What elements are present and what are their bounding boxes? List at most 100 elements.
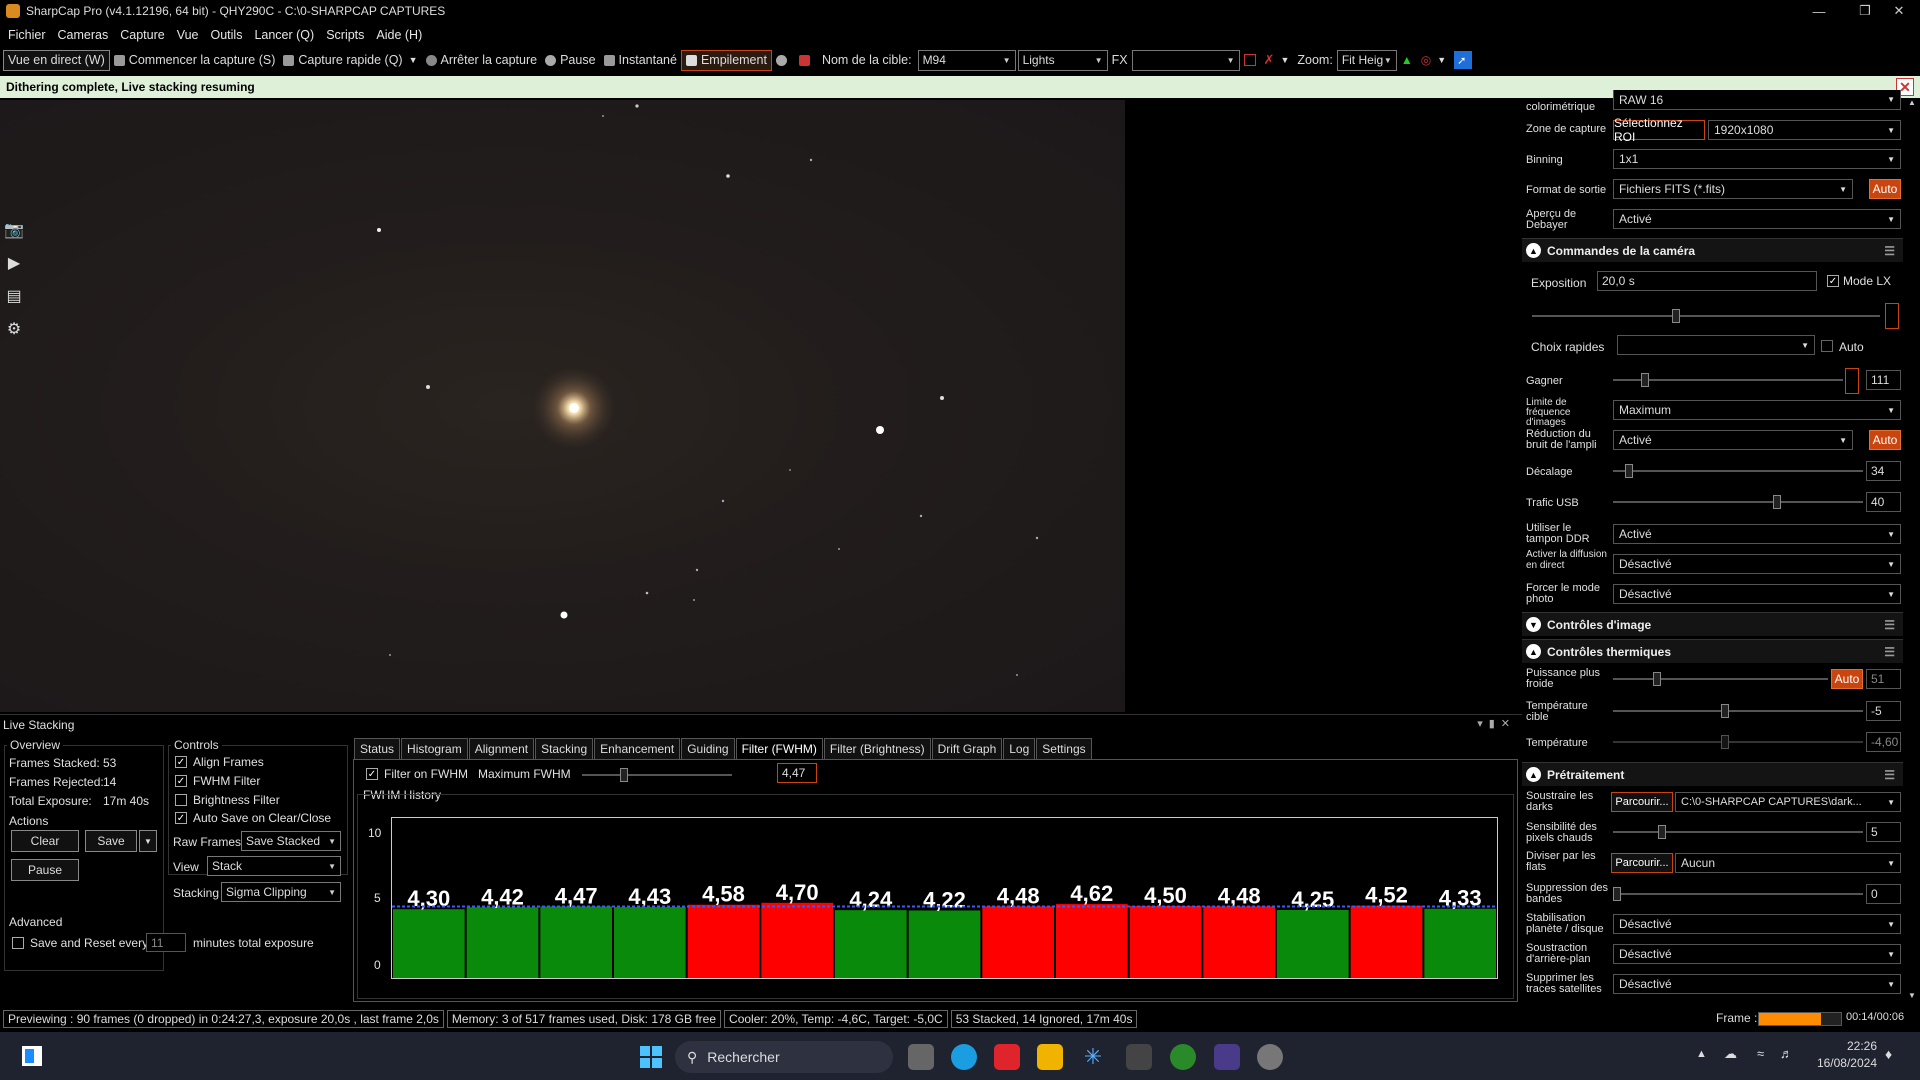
slider-knob[interactable] — [1641, 373, 1649, 387]
photo-mode-combo[interactable]: Désactivé ▼ — [1613, 584, 1901, 604]
dark-file-combo[interactable]: C:\0-SHARPCAP CAPTURES\dark... ▼ — [1675, 792, 1901, 812]
capture-area-combo[interactable]: 1920x1080 ▼ — [1708, 120, 1901, 140]
file-explorer-icon[interactable] — [1037, 1044, 1063, 1070]
pause-button[interactable]: Pause — [541, 50, 599, 71]
gallery-icon[interactable]: ▤ — [2, 284, 26, 308]
usb-slider[interactable] — [1613, 495, 1863, 509]
color-space-combo[interactable]: RAW 16 ▼ — [1613, 90, 1901, 110]
hot-pixel-value[interactable]: 5 — [1866, 822, 1901, 842]
tab-settings[interactable]: Settings — [1036, 738, 1092, 759]
output-format-combo[interactable]: Fichiers FITS (*.fits) ▼ — [1613, 179, 1853, 199]
menu-fichier[interactable]: Fichier — [2, 28, 52, 42]
quick-choice-combo[interactable]: ▼ — [1617, 335, 1815, 355]
snapshot-button[interactable]: Instantané — [600, 50, 681, 71]
tab-status[interactable]: Status — [354, 738, 401, 759]
app-icon-1[interactable] — [1126, 1044, 1152, 1070]
output-auto-button[interactable]: Auto — [1869, 179, 1901, 199]
debayer-combo[interactable]: Activé ▼ — [1613, 209, 1901, 229]
menu-aide[interactable]: Aide (H) — [370, 28, 428, 42]
focus-button[interactable]: ◎ ▼ — [1417, 50, 1450, 71]
right-panel-scrollbar[interactable]: ▲ ▼ — [1903, 98, 1920, 1002]
taskbar-search[interactable]: ⚲ Rechercher — [675, 1041, 893, 1073]
start-capture-button[interactable]: Commencer la capture (S) — [110, 50, 280, 71]
chevron-down-icon[interactable]: ▼ — [1280, 55, 1289, 65]
brightness-filter-checkbox[interactable] — [175, 794, 187, 806]
filter-on-fwhm-checkbox[interactable]: ✓ — [366, 768, 378, 780]
wifi-icon[interactable]: ≈ — [1757, 1046, 1764, 1061]
menu-lancer[interactable]: Lancer (Q) — [248, 28, 320, 42]
offset-slider[interactable] — [1613, 464, 1863, 478]
cooler-power-slider[interactable] — [1613, 672, 1828, 686]
tab-histogram[interactable]: Histogram — [401, 738, 468, 759]
stop-capture-button[interactable]: Arrêter la capture — [422, 50, 542, 71]
volume-icon[interactable]: ♬ — [1780, 1046, 1793, 1061]
camera-icon[interactable]: 📷 — [2, 218, 26, 242]
edge-icon[interactable] — [951, 1044, 977, 1070]
exposure-stepper[interactable] — [1885, 303, 1899, 329]
minimize-icon[interactable]: — — [1796, 0, 1842, 22]
stabilization-combo[interactable]: Désactivé ▼ — [1613, 914, 1901, 934]
frame-type-combo[interactable]: Lights ▼ — [1017, 49, 1108, 71]
stellarium-icon[interactable] — [1214, 1044, 1240, 1070]
banding-value[interactable]: 0 — [1866, 884, 1901, 904]
amp-noise-auto-button[interactable]: Auto — [1869, 430, 1901, 450]
tab-drift-graph[interactable]: Drift Graph — [931, 738, 1003, 759]
tray-chevron-icon[interactable]: ▲ — [1696, 1048, 1707, 1060]
tab-alignment[interactable]: Alignment — [468, 738, 535, 759]
gain-stepper[interactable] — [1845, 368, 1859, 394]
lx-mode-checkbox[interactable]: ✓ — [1827, 275, 1839, 287]
flats-combo[interactable]: Aucun ▼ — [1675, 853, 1901, 873]
slider-knob[interactable] — [620, 768, 628, 782]
save-button[interactable]: Save — [85, 830, 137, 852]
hamburger-icon[interactable]: ☰ — [1884, 645, 1895, 659]
dark-browse-button[interactable]: Parcourir... — [1611, 792, 1673, 812]
hamburger-icon[interactable]: ☰ — [1884, 244, 1895, 258]
live-image-view[interactable] — [0, 100, 1125, 712]
image-controls-header[interactable]: ▼ Contrôles d'image ☰ — [1522, 612, 1903, 636]
app-icon-2[interactable] — [1170, 1044, 1196, 1070]
preprocessing-header[interactable]: ▲ Prétraitement ☰ — [1522, 762, 1903, 786]
tab-log[interactable]: Log — [1003, 738, 1036, 759]
live-view-button[interactable]: Vue en direct (W) — [3, 49, 110, 71]
close-icon[interactable]: ✕ — [1876, 0, 1920, 22]
satellite-combo[interactable]: Désactivé ▼ — [1613, 974, 1901, 994]
task-view-icon[interactable] — [908, 1044, 934, 1070]
menu-vue[interactable]: Vue — [171, 28, 205, 42]
hot-pixel-slider[interactable] — [1613, 825, 1863, 839]
panel-window-controls[interactable]: ▾▮✕ — [1477, 717, 1516, 730]
crosshair-button[interactable]: ✗ ▼ — [1260, 50, 1294, 71]
save-menu-button[interactable]: ▼ — [139, 830, 157, 852]
offset-value[interactable]: 34 — [1866, 461, 1901, 481]
asterisk-app-icon[interactable]: ✳ — [1080, 1044, 1106, 1070]
max-fwhm-slider[interactable] — [582, 768, 732, 782]
slider-knob[interactable] — [1613, 887, 1621, 901]
hamburger-icon[interactable]: ☰ — [1884, 618, 1895, 632]
tab-enhancement[interactable]: Enhancement — [594, 738, 681, 759]
tab-filter-brightness[interactable]: Filter (Brightness) — [823, 738, 931, 759]
flats-browse-button[interactable]: Parcourir... — [1611, 853, 1673, 873]
ddr-combo[interactable]: Activé ▼ — [1613, 524, 1901, 544]
hamburger-icon[interactable]: ☰ — [1884, 768, 1895, 782]
gain-value[interactable]: 111 — [1866, 370, 1901, 390]
video-icon[interactable]: ▶ — [2, 251, 26, 275]
thermal-controls-header[interactable]: ▲ Contrôles thermiques ☰ — [1522, 639, 1903, 663]
tab-stacking[interactable]: Stacking — [535, 738, 594, 759]
zoom-combo[interactable]: Fit Heig ▼ — [1336, 49, 1397, 71]
binning-combo[interactable]: 1x1 ▼ — [1613, 149, 1901, 169]
menu-capture[interactable]: Capture — [114, 28, 170, 42]
polar-align-button[interactable]: ➚ — [1454, 51, 1473, 69]
view-combo[interactable]: Stack ▼ — [207, 856, 341, 876]
menu-outils[interactable]: Outils — [205, 28, 249, 42]
max-fwhm-value[interactable]: 4,47 — [777, 763, 817, 783]
target-name-combo[interactable]: M94 ▼ — [917, 49, 1016, 71]
banding-slider[interactable] — [1613, 887, 1863, 901]
gain-slider[interactable] — [1613, 373, 1843, 387]
exposure-slider[interactable] — [1532, 309, 1880, 323]
cooler-auto-button[interactable]: Auto — [1831, 669, 1863, 689]
planet-icon[interactable] — [1257, 1044, 1283, 1070]
vivaldi-icon[interactable] — [994, 1044, 1020, 1070]
scroll-up-icon[interactable]: ▲ — [1908, 98, 1916, 107]
align-frames-checkbox[interactable]: ✓ — [175, 756, 187, 768]
stream-combo[interactable]: Désactivé ▼ — [1613, 554, 1901, 574]
tab-filter-fwhm[interactable]: Filter (FWHM) — [735, 738, 823, 759]
